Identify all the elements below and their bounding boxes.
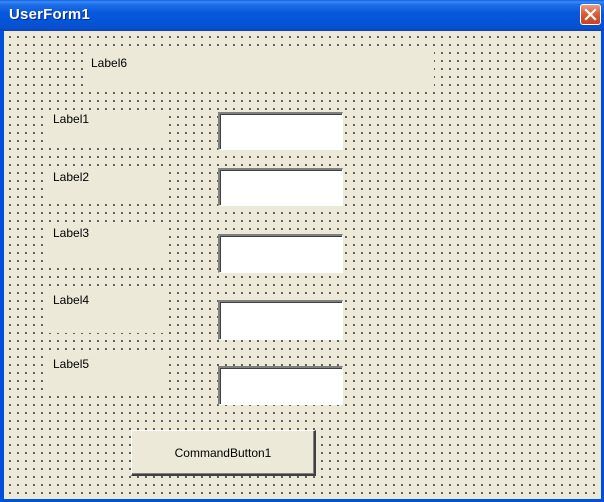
label4[interactable]: Label4	[48, 291, 168, 333]
window-title: UserForm1	[9, 6, 90, 23]
label5-text: Label5	[53, 357, 90, 371]
label6[interactable]: Label6	[85, 50, 434, 88]
label4-text: Label4	[53, 293, 90, 307]
title-bar[interactable]: UserForm1	[0, 0, 604, 31]
label1[interactable]: Label1	[48, 110, 168, 142]
textbox3[interactable]	[218, 234, 343, 273]
textbox5[interactable]	[218, 366, 343, 405]
form-design-grid[interactable]: Label6 Label1 Label2 Label3 Label4 Label…	[4, 31, 601, 499]
label6-text: Label6	[91, 56, 128, 70]
label1-text: Label1	[53, 112, 90, 126]
command-button-1[interactable]: CommandButton1	[131, 430, 316, 476]
close-icon	[584, 8, 597, 21]
label3-text: Label3	[53, 226, 90, 240]
userform-window: UserForm1 Label6 Label1 Label2 Label3 La…	[0, 0, 604, 502]
textbox1[interactable]	[218, 112, 343, 150]
label2-text: Label2	[53, 170, 90, 184]
close-button[interactable]	[580, 4, 601, 25]
textbox2[interactable]	[218, 168, 343, 206]
textbox4[interactable]	[218, 300, 343, 340]
label2[interactable]: Label2	[48, 168, 168, 201]
label3[interactable]: Label3	[48, 224, 168, 262]
label5[interactable]: Label5	[48, 355, 168, 391]
